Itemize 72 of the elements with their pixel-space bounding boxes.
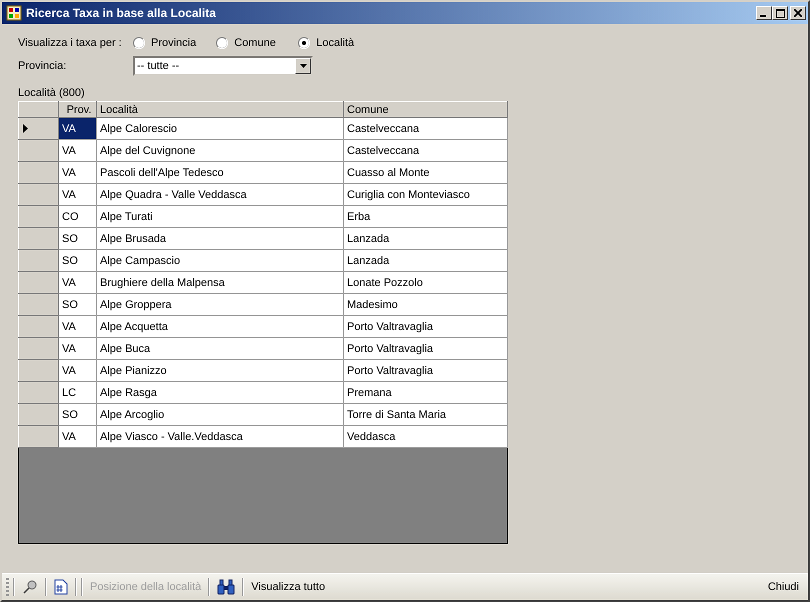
table-cell: Torre di Santa Maria [344,404,508,426]
table-cell: Alpe Pianizzo [96,360,344,382]
table-cell: Alpe Calorescio [96,118,344,140]
provincia-label: Provincia: [18,60,68,72]
table-cell: Alpe Brusada [96,228,344,250]
table-cell: VA [58,426,96,448]
radio-button[interactable] [298,37,310,49]
close-icon [794,9,802,17]
provincia-dropdown[interactable]: -- tutte -- [133,56,313,76]
table-cell: Alpe Rasga [96,382,344,404]
table-cell: Alpe Arcoglio [96,404,344,426]
table-cell: Alpe del Cuvignone [96,140,344,162]
table-cell: Porto Valtravaglia [344,360,508,382]
maximize-button[interactable] [772,6,788,20]
minimize-button[interactable] [756,6,772,20]
grid-label: Località (800) [18,87,86,101]
dropdown-arrow-icon [300,64,306,68]
table-cell: Porto Valtravaglia [344,316,508,338]
table-cell: Brughiere della Malpensa [96,272,344,294]
table-cell: SO [58,294,96,316]
table-cell: LC [58,382,96,404]
table-cell: VA [58,338,96,360]
table-cell: Madesimo [344,294,508,316]
table-cell: VA [58,360,96,382]
table-cell: Alpe Groppera [96,294,344,316]
table-cell: Alpe Quadra - Valle Veddasca [96,184,344,206]
table-cell: Lonate Pozzolo [344,272,508,294]
table-cell: VA [58,272,96,294]
table-cell: Alpe Viasco - Valle.Veddasca [96,426,344,448]
maximize-icon [776,8,784,18]
table-cell: SO [58,228,96,250]
table-cell: Lanzada [344,250,508,272]
table-cell: Castelveccana [344,140,508,162]
table-cell: VA [58,316,96,338]
column-header[interactable]: Località [96,102,344,118]
table-cell: Alpe Turati [96,206,344,228]
toolbar-grip[interactable] [6,578,9,596]
table-cell: Lanzada [344,228,508,250]
column-header[interactable]: Prov. [58,102,96,118]
table-cell: SO [58,404,96,426]
radio-button[interactable] [216,37,228,49]
table-cell: SO [58,250,96,272]
table-cell: Pascoli dell'Alpe Tedesco [96,162,344,184]
app-icon [6,5,22,21]
table-cell: Porto Valtravaglia [344,338,508,360]
corner-header [18,102,58,118]
radio-label[interactable]: Provincia [151,37,196,49]
close-button[interactable] [790,6,806,20]
table-cell: Veddasca [344,426,508,448]
current-row-icon [23,124,28,133]
radio-button[interactable] [133,37,145,49]
table-cell: Alpe Campascio [96,250,344,272]
view-by-label: Visualizza i taxa per : [18,37,123,49]
table-cell: Erba [344,206,508,228]
table-cell: CO [58,206,96,228]
table-cell: VA [58,140,96,162]
table-cell: Alpe Acquetta [96,316,344,338]
table-cell: Alpe Buca [96,338,344,360]
radio-label[interactable]: Località [316,37,354,49]
table-cell: Premana [344,382,508,404]
column-header[interactable]: Comune [344,102,508,118]
row-header[interactable] [18,118,58,140]
table-cell: Castelveccana [344,118,508,140]
table-cell: Cuasso al Monte [344,162,508,184]
table-cell: VA [58,162,96,184]
radio-label[interactable]: Comune [234,37,276,49]
table-cell: VA [58,118,96,140]
toolbar-button[interactable]: Visualizza tutto [248,581,328,593]
table-cell: Curiglia con Monteviasco [344,184,508,206]
window-title: Ricerca Taxa in base alla Localita [26,6,217,20]
table-cell: VA [58,184,96,206]
close-button[interactable]: Chiudi [764,581,802,593]
